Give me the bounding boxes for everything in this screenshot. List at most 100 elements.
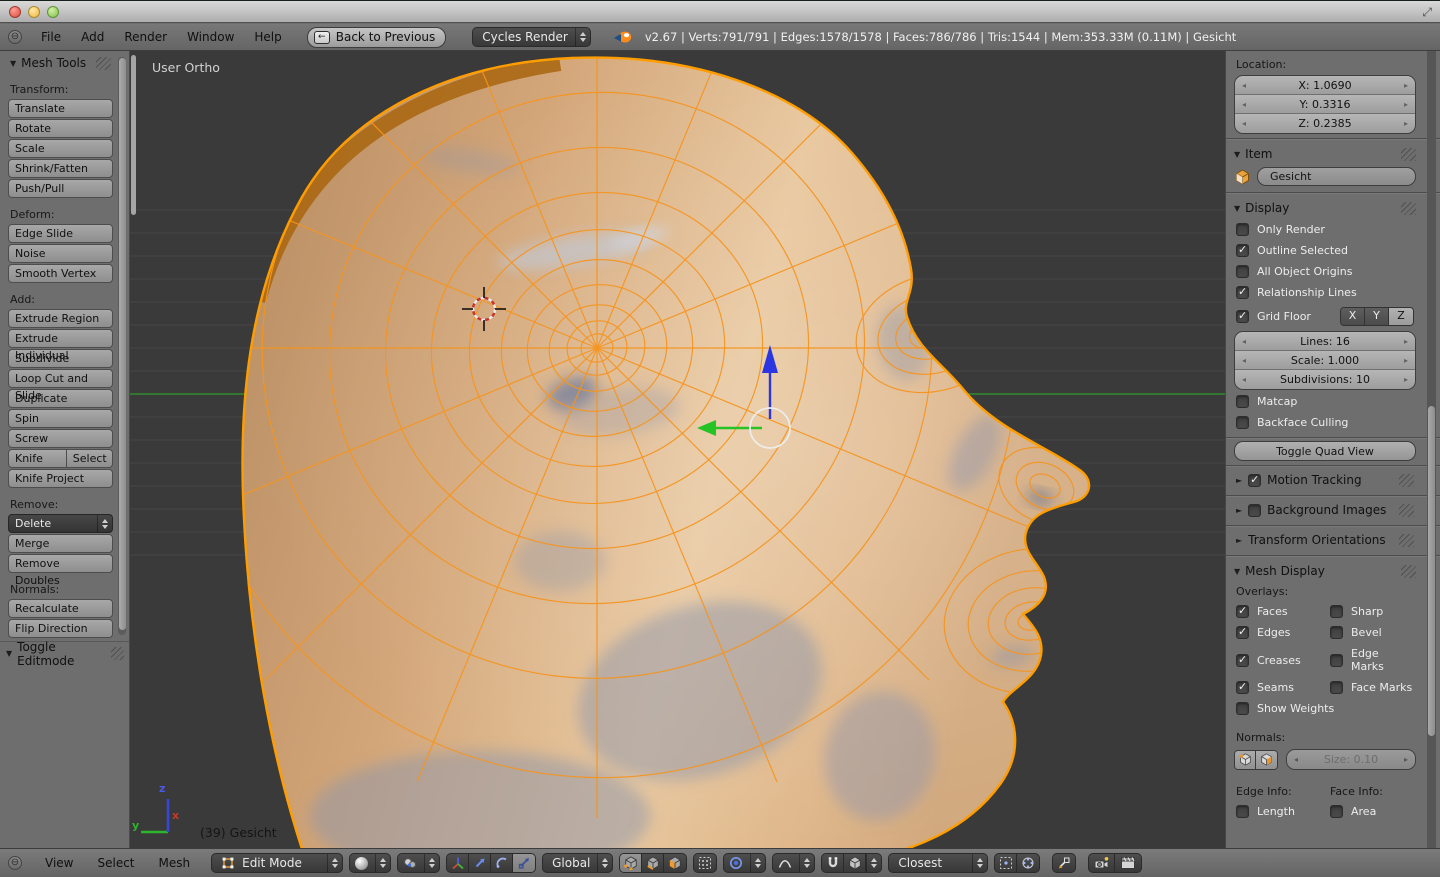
menu-help[interactable]: Help xyxy=(245,30,290,44)
back-to-previous-button[interactable]: ← Back to Previous xyxy=(307,27,447,48)
only-render-checkbox[interactable]: Only Render xyxy=(1232,219,1418,240)
grid-lines-field[interactable]: Lines: 16 xyxy=(1235,332,1415,351)
close-icon[interactable] xyxy=(9,6,21,18)
show-weights-checkbox[interactable]: Show Weights xyxy=(1232,698,1418,719)
outline-selected-checkbox[interactable]: ✓ Outline Selected xyxy=(1232,240,1418,261)
head-mesh[interactable] xyxy=(130,51,1225,848)
stepper-icon[interactable] xyxy=(424,854,439,872)
edge-slide-button[interactable]: Edge Slide xyxy=(8,224,113,243)
zoom-icon[interactable] xyxy=(47,6,59,18)
noise-button[interactable]: Noise xyxy=(8,244,113,263)
smooth-vertex-button[interactable]: Smooth Vertex xyxy=(8,264,113,283)
menu-view[interactable]: View xyxy=(36,856,82,870)
grid-subdivisions-field[interactable]: Subdivisions: 10 xyxy=(1235,370,1415,389)
merge-button[interactable]: Merge xyxy=(8,534,113,553)
scale-button[interactable]: Scale xyxy=(8,139,113,158)
mesh-tools-panel-header[interactable]: ▼ Mesh Tools xyxy=(8,51,113,74)
flip-direction-button[interactable]: Flip Direction xyxy=(8,619,113,638)
grid-floor-checkbox[interactable]: ✓ Grid Floor X Y Z xyxy=(1232,303,1418,330)
grid-scale-field[interactable]: Scale: 1.000 xyxy=(1235,351,1415,370)
object-name-field[interactable]: Gesicht xyxy=(1257,167,1416,186)
render-animation-clapper-icon[interactable] xyxy=(1115,853,1141,873)
motion-tracking-panel-header[interactable]: ► ✓ Motion Tracking xyxy=(1232,469,1418,491)
stepper-icon[interactable] xyxy=(866,854,881,872)
edge-select-icon[interactable] xyxy=(642,853,664,873)
collapse-menu-icon[interactable]: ⊖ xyxy=(8,30,22,44)
viewport-scrollbar[interactable] xyxy=(131,55,136,215)
snap-target-select[interactable]: Closest xyxy=(888,853,988,873)
panel-grip-icon[interactable] xyxy=(111,647,124,660)
stepper-icon[interactable] xyxy=(597,854,612,872)
menu-file[interactable]: File xyxy=(32,30,70,44)
knife-select-button[interactable]: Select xyxy=(67,449,113,468)
tool-shelf-scrollbar[interactable] xyxy=(118,57,126,635)
faces-checkbox[interactable]: ✓ Faces xyxy=(1232,601,1324,622)
scale-manipulator-icon[interactable] xyxy=(513,853,535,873)
all-object-origins-checkbox[interactable]: All Object Origins xyxy=(1232,261,1418,282)
extrude-individual-button[interactable]: Extrude Individual xyxy=(8,329,113,348)
screw-button[interactable]: Screw xyxy=(8,429,113,448)
delete-dropdown[interactable]: Delete xyxy=(8,514,113,533)
toggle-editmode-panel-header[interactable]: ▼ Toggle Editmode xyxy=(0,641,130,665)
transform-orientation-select[interactable]: Global xyxy=(542,853,613,873)
transform-orientations-panel-header[interactable]: ► Transform Orientations xyxy=(1232,529,1418,551)
panel-grip-icon[interactable] xyxy=(1399,504,1414,517)
remove-doubles-button[interactable]: Remove Doubles xyxy=(8,554,113,573)
location-x-field[interactable]: X: 1.0690 xyxy=(1235,76,1415,95)
seams-checkbox[interactable]: ✓ Seams xyxy=(1232,677,1324,698)
window-resize-icon[interactable]: ⤢ xyxy=(1422,6,1432,18)
stepper-icon[interactable] xyxy=(375,854,390,872)
loop-cut-button[interactable]: Loop Cut and Slide xyxy=(8,369,113,388)
snap-magnet-icon[interactable] xyxy=(822,853,844,873)
render-still-camera-icon[interactable] xyxy=(1089,853,1115,873)
face-normals-icon[interactable] xyxy=(1256,751,1277,769)
vertex-select-icon[interactable] xyxy=(620,853,642,873)
grid-axis-z-toggle[interactable]: Z xyxy=(1389,308,1413,325)
location-y-field[interactable]: Y: 0.3316 xyxy=(1235,95,1415,114)
proportional-edit-select[interactable] xyxy=(723,853,766,873)
menu-select[interactable]: Select xyxy=(88,856,143,870)
stepper-icon[interactable] xyxy=(750,854,765,872)
background-images-panel-header[interactable]: ► Background Images xyxy=(1232,499,1418,521)
rotate-button[interactable]: Rotate xyxy=(8,119,113,138)
menu-render[interactable]: Render xyxy=(115,30,176,44)
apply-transform-button[interactable] xyxy=(1052,853,1076,873)
translate-manipulator-icon[interactable] xyxy=(469,853,491,873)
menu-add[interactable]: Add xyxy=(72,30,113,44)
recalculate-button[interactable]: Recalculate xyxy=(8,599,113,618)
checkbox-icon[interactable] xyxy=(1248,504,1261,517)
viewport-shading-select[interactable] xyxy=(349,853,391,873)
spin-button[interactable]: Spin xyxy=(8,409,113,428)
mesh-display-panel-header[interactable]: ▼ Mesh Display xyxy=(1232,559,1418,582)
grid-axis-x-toggle[interactable]: X xyxy=(1341,308,1365,325)
relationship-lines-checkbox[interactable]: ✓ Relationship Lines xyxy=(1232,282,1418,303)
snap-self-icon[interactable] xyxy=(995,853,1017,873)
panel-grip-icon[interactable] xyxy=(96,57,111,70)
push-pull-button[interactable]: Push/Pull xyxy=(8,179,113,198)
checkbox-icon[interactable]: ✓ xyxy=(1248,474,1261,487)
extrude-region-button[interactable]: Extrude Region xyxy=(8,309,113,328)
render-engine-select[interactable]: Cycles Render xyxy=(472,27,591,47)
subdivide-button[interactable]: Subdivide xyxy=(8,349,113,368)
normals-size-field[interactable]: Size: 0.10 xyxy=(1287,750,1415,769)
location-z-field[interactable]: Z: 0.2385 xyxy=(1235,114,1415,133)
translate-button[interactable]: Translate xyxy=(8,99,113,118)
window-titlebar[interactable]: ⤢ xyxy=(0,1,1440,23)
knife-project-button[interactable]: Knife Project xyxy=(8,469,113,488)
stepper-icon[interactable] xyxy=(97,515,112,532)
mode-select[interactable]: Edit Mode xyxy=(211,853,343,873)
area-checkbox[interactable]: Area xyxy=(1326,801,1418,822)
snap-element-icon[interactable] xyxy=(844,853,866,873)
length-checkbox[interactable]: Length xyxy=(1232,801,1324,822)
menu-mesh[interactable]: Mesh xyxy=(150,856,200,870)
creases-checkbox[interactable]: ✓ Creases xyxy=(1232,643,1324,677)
minimize-icon[interactable] xyxy=(28,6,40,18)
toggle-quad-view-button[interactable]: Toggle Quad View xyxy=(1234,441,1416,461)
snap-peel-icon[interactable] xyxy=(1017,853,1039,873)
menu-window[interactable]: Window xyxy=(178,30,243,44)
matcap-checkbox[interactable]: Matcap xyxy=(1232,391,1418,412)
edges-checkbox[interactable]: ✓ Edges xyxy=(1232,622,1324,643)
face-marks-checkbox[interactable]: Face Marks xyxy=(1326,677,1418,698)
grid-axis-y-toggle[interactable]: Y xyxy=(1365,308,1389,325)
panel-grip-icon[interactable] xyxy=(1401,565,1416,578)
